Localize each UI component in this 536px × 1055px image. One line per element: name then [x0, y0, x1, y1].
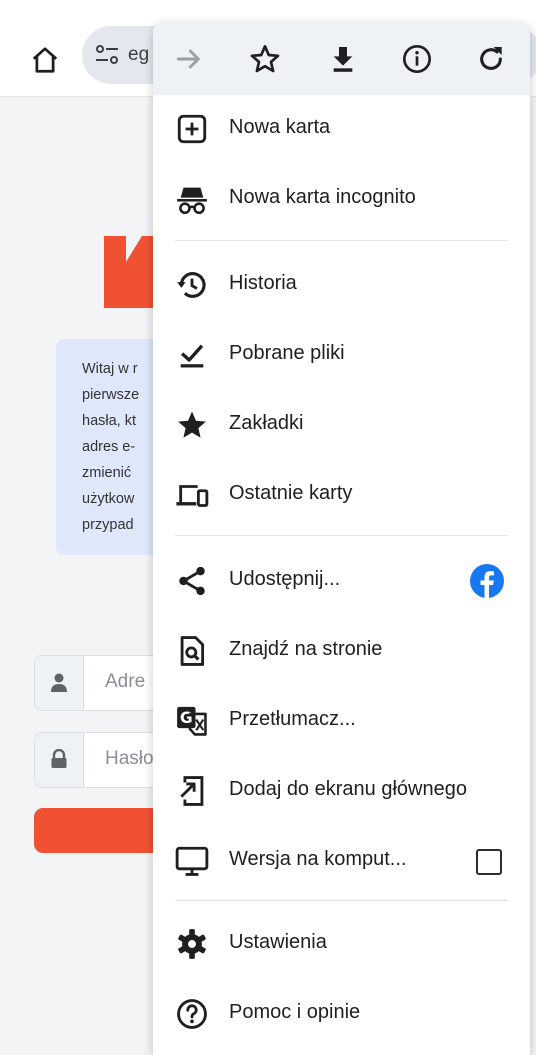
menu-action-bar: [153, 23, 530, 95]
user-icon: [51, 673, 67, 692]
menu-item-label: Pobrane pliki: [229, 342, 345, 364]
welcome-line: adres e-: [82, 439, 136, 455]
password-placeholder: Hasło: [105, 748, 154, 769]
menu-item-add-to-home[interactable]: Dodaj do ekranu głównego: [153, 761, 530, 821]
star-filled-icon: [178, 411, 206, 438]
user-icon-box: [35, 656, 84, 710]
menu-item-desktop-site[interactable]: Wersja na komput...: [153, 831, 530, 891]
menu-item-label: Znajdź na stronie: [229, 638, 383, 660]
menu-item-label: Wersja na komput...: [229, 848, 407, 870]
menu-item-label: Zakładki: [229, 412, 304, 434]
add-to-home-icon: [180, 776, 204, 806]
menu-item-label: Nowa karta incognito: [229, 186, 416, 208]
download-icon[interactable]: [327, 43, 359, 75]
menu-item-translate[interactable]: G Przetłumacz...: [153, 691, 530, 751]
menu-item-share[interactable]: Udostępnij...: [153, 551, 530, 611]
home-icon[interactable]: [30, 45, 60, 75]
find-in-page-icon: [180, 636, 205, 666]
history-icon: [177, 272, 206, 298]
menu-item-recent-tabs[interactable]: Ostatnie karty: [153, 465, 530, 525]
menu-item-bookmarks[interactable]: Zakładki: [153, 395, 530, 455]
menu-item-help[interactable]: Pomoc i opinie: [153, 984, 530, 1044]
menu-item-label: Historia: [229, 272, 297, 294]
menu-item-label: Przetłumacz...: [229, 708, 356, 730]
svg-text:G: G: [180, 709, 193, 727]
welcome-line: Witaj w r: [82, 361, 138, 377]
menu-item-incognito[interactable]: Nowa karta incognito: [153, 169, 530, 229]
arrow-forward-icon[interactable]: [173, 43, 205, 75]
menu-item-label: Ustawienia: [229, 931, 327, 953]
translate-icon: G: [177, 706, 207, 736]
menu-item-label: Nowa karta: [229, 116, 331, 138]
devices-icon: [176, 485, 209, 507]
menu-divider: [175, 535, 508, 536]
welcome-line: zmienić: [82, 465, 132, 481]
menu-item-label: Dodaj do ekranu głównego: [229, 778, 467, 800]
brand-logo: [104, 236, 160, 308]
info-icon[interactable]: [401, 43, 433, 75]
menu-item-label: Udostępnij...: [229, 568, 341, 590]
menu-item-downloads[interactable]: Pobrane pliki: [153, 325, 530, 385]
menu-item-find-in-page[interactable]: Znajdź na stronie: [153, 621, 530, 681]
tune-icon[interactable]: [94, 43, 120, 67]
desktop-icon: [175, 846, 209, 876]
menu-item-new-tab[interactable]: Nowa karta: [153, 99, 530, 159]
url-text: eg: [128, 44, 150, 65]
welcome-line: hasła, kt: [82, 413, 136, 429]
menu-divider: [175, 900, 508, 901]
welcome-line: użytkow: [82, 491, 135, 507]
menu-item-settings[interactable]: Ustawienia: [153, 914, 530, 974]
menu-item-label: Pomoc i opinie: [229, 1001, 361, 1023]
lock-icon: [51, 749, 67, 768]
incognito-icon: [177, 187, 207, 215]
welcome-message: Witaj w r pierwsze hasła, kt adres e- zm…: [56, 339, 166, 555]
menu-item-label: Ostatnie karty: [229, 482, 353, 504]
reload-icon[interactable]: [475, 43, 507, 75]
facebook-icon[interactable]: [469, 563, 505, 599]
browser-overflow-menu: Nowa karta Nowa karta incognito Historia…: [153, 23, 530, 1055]
gear-icon: [178, 929, 206, 959]
help-icon: [177, 999, 207, 1029]
share-icon: [179, 566, 205, 596]
email-placeholder: Adre: [105, 671, 146, 692]
downloads-check-icon: [180, 344, 204, 368]
new-tab-icon: [177, 114, 207, 144]
menu-divider: [175, 240, 508, 241]
star-outline-icon[interactable]: [249, 43, 281, 75]
welcome-line: pierwsze: [82, 387, 140, 403]
menu-item-history[interactable]: Historia: [153, 255, 530, 315]
welcome-line: przypad: [82, 517, 134, 533]
desktop-site-checkbox[interactable]: [476, 849, 502, 875]
lock-icon-box: [35, 733, 84, 787]
